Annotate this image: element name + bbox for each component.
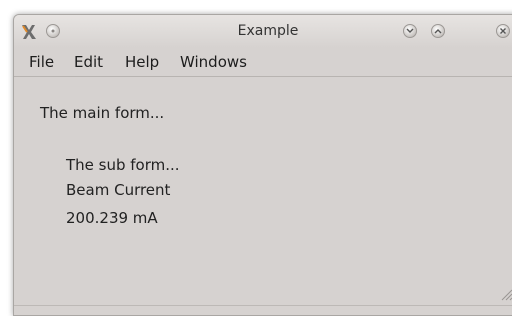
menu-edit[interactable]: Edit — [74, 53, 103, 71]
beam-current-value: 200.239 mA — [66, 209, 158, 227]
close-button[interactable] — [496, 24, 510, 38]
chevron-up-icon — [434, 29, 442, 34]
minimize-button[interactable] — [403, 24, 417, 38]
maximize-button[interactable] — [431, 24, 445, 38]
menu-windows[interactable]: Windows — [180, 53, 247, 71]
title-bar[interactable]: Example — [14, 15, 512, 48]
menu-bar: File Edit Help Windows — [14, 50, 512, 77]
main-form-label: The main form... — [40, 104, 165, 122]
menu-file[interactable]: File — [29, 53, 54, 71]
app-window: Example File Edit Help Windows The main … — [13, 14, 512, 316]
resize-grip-icon[interactable] — [499, 287, 512, 301]
status-divider — [14, 305, 512, 306]
sub-form-label: The sub form... — [66, 156, 180, 174]
beam-current-label: Beam Current — [66, 181, 171, 199]
chevron-down-icon — [406, 28, 414, 33]
menu-help[interactable]: Help — [125, 53, 159, 71]
close-icon — [500, 28, 506, 34]
